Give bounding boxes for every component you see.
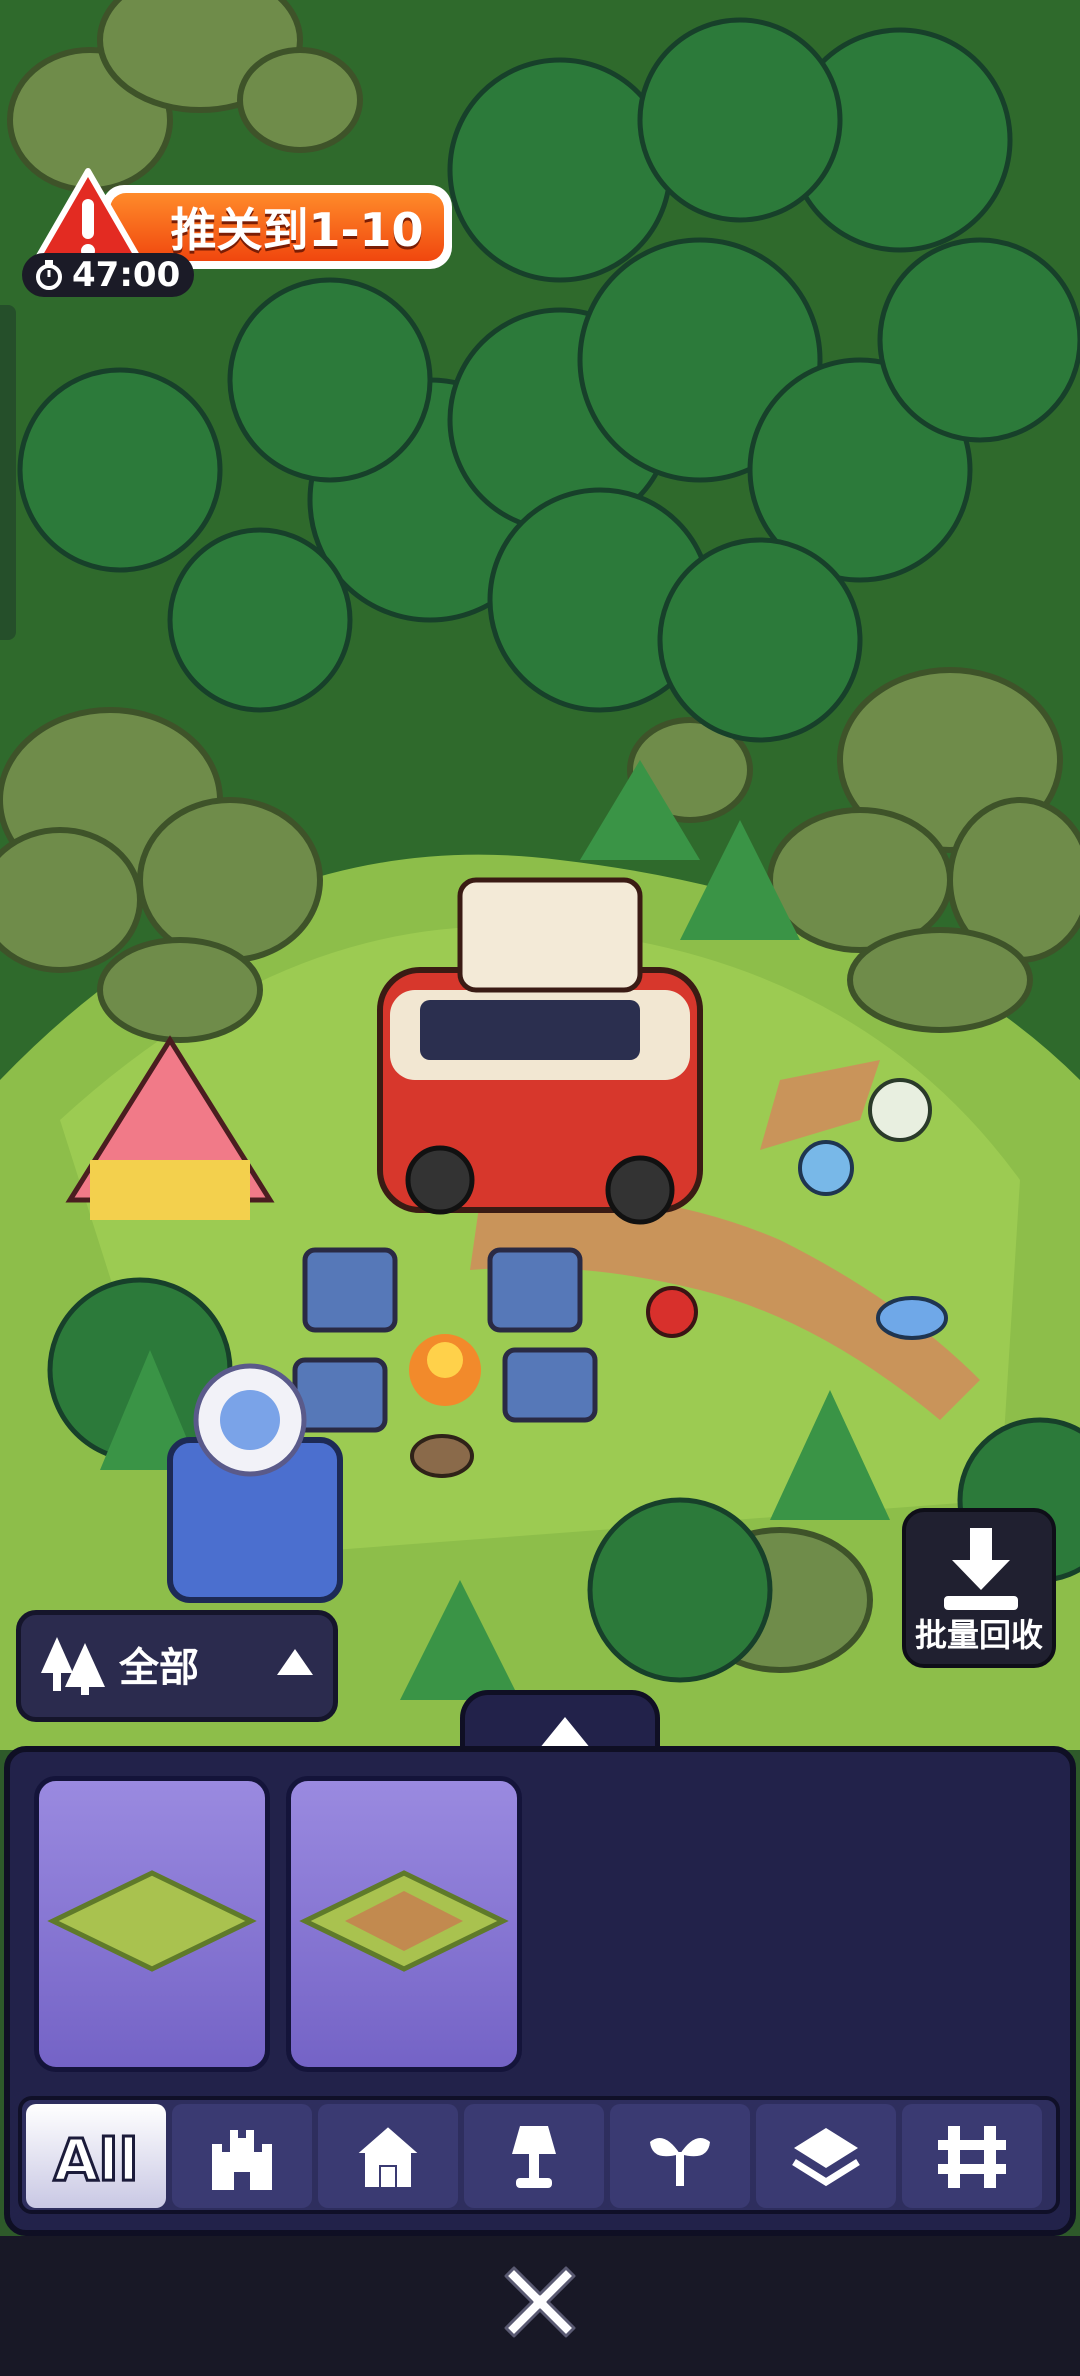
tab-all-label: All (52, 2125, 140, 2196)
dirt-path-tile-icon (299, 1870, 509, 1972)
fence-icon (938, 2126, 1006, 2188)
batch-recycle-button[interactable]: 批量回收 (902, 1508, 1056, 1668)
house-icon (353, 2124, 423, 2189)
tab-all[interactable]: All (26, 2104, 166, 2208)
filter-label: 全部 (119, 1645, 199, 1691)
item-card-grass-tile[interactable] (34, 1776, 270, 2072)
category-tabs: All (18, 2096, 1060, 2214)
tab-layers[interactable] (756, 2104, 896, 2208)
tab-fence[interactable] (902, 2104, 1042, 2208)
category-filter-dropdown[interactable]: 全部 (16, 1610, 338, 1722)
grass-tile-icon (47, 1870, 257, 1972)
sprout-icon (650, 2138, 710, 2186)
item-card-dirt-path-tile[interactable] (286, 1776, 522, 2072)
timer-text: 47:00 (72, 255, 181, 295)
caret-up-icon (277, 1649, 313, 1675)
forest-icon (41, 1637, 105, 1695)
lamp-icon (512, 2126, 556, 2188)
batch-recycle-label: 批量回收 (914, 1616, 1043, 1654)
campfire (409, 1334, 481, 1406)
tab-house[interactable] (318, 2104, 458, 2208)
tab-sprout[interactable] (610, 2104, 750, 2208)
stopwatch-icon (36, 260, 62, 290)
castle-icon (212, 2130, 272, 2190)
close-icon[interactable] (500, 2262, 580, 2342)
quest-title: 推关到1-10 (110, 193, 444, 261)
tab-lamp[interactable] (464, 2104, 604, 2208)
layers-icon (792, 2128, 860, 2187)
quest-banner[interactable]: 推关到1-10 47:00 (22, 165, 452, 297)
download-icon (944, 1528, 1018, 1610)
quest-timer: 47:00 (22, 253, 195, 297)
tab-castle[interactable] (172, 2104, 312, 2208)
side-drawer-handle[interactable] (0, 305, 16, 640)
